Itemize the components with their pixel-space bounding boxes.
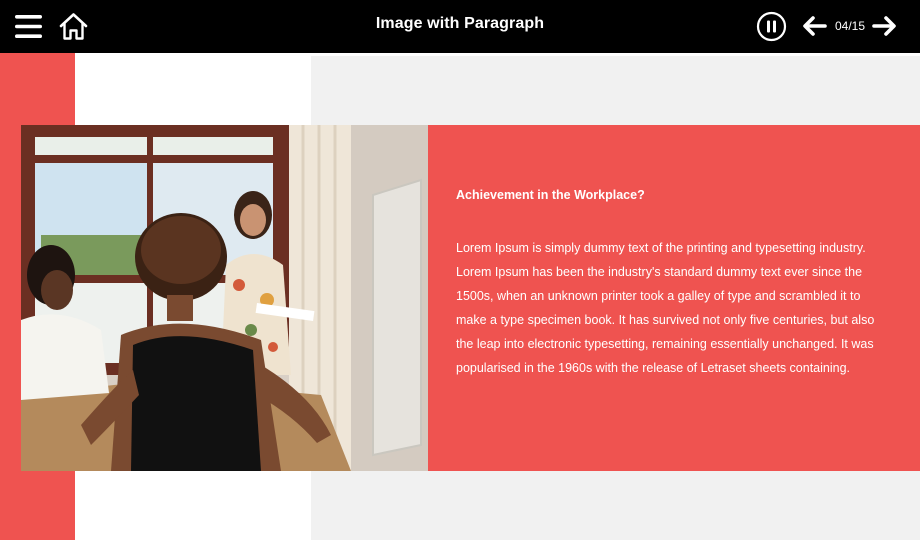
arrow-left-icon[interactable] [801, 14, 827, 38]
arrow-right-icon[interactable] [872, 14, 898, 38]
hamburger-menu-icon[interactable] [14, 12, 43, 41]
workplace-photo [21, 125, 428, 471]
top-bar: Image with Paragraph 04/15 [0, 0, 920, 53]
content-card: Achievement in the Workplace? Lorem Ipsu… [428, 125, 920, 471]
slide-counter: 04/15 [835, 19, 866, 33]
slide-page: Image with Paragraph 04/15 Achievement i… [0, 0, 920, 540]
content-paragraph: Lorem Ipsum is simply dummy text of the … [456, 241, 875, 375]
home-icon[interactable] [58, 11, 89, 42]
content-heading: Achievement in the Workplace? [456, 188, 645, 202]
pause-icon[interactable] [756, 11, 787, 42]
